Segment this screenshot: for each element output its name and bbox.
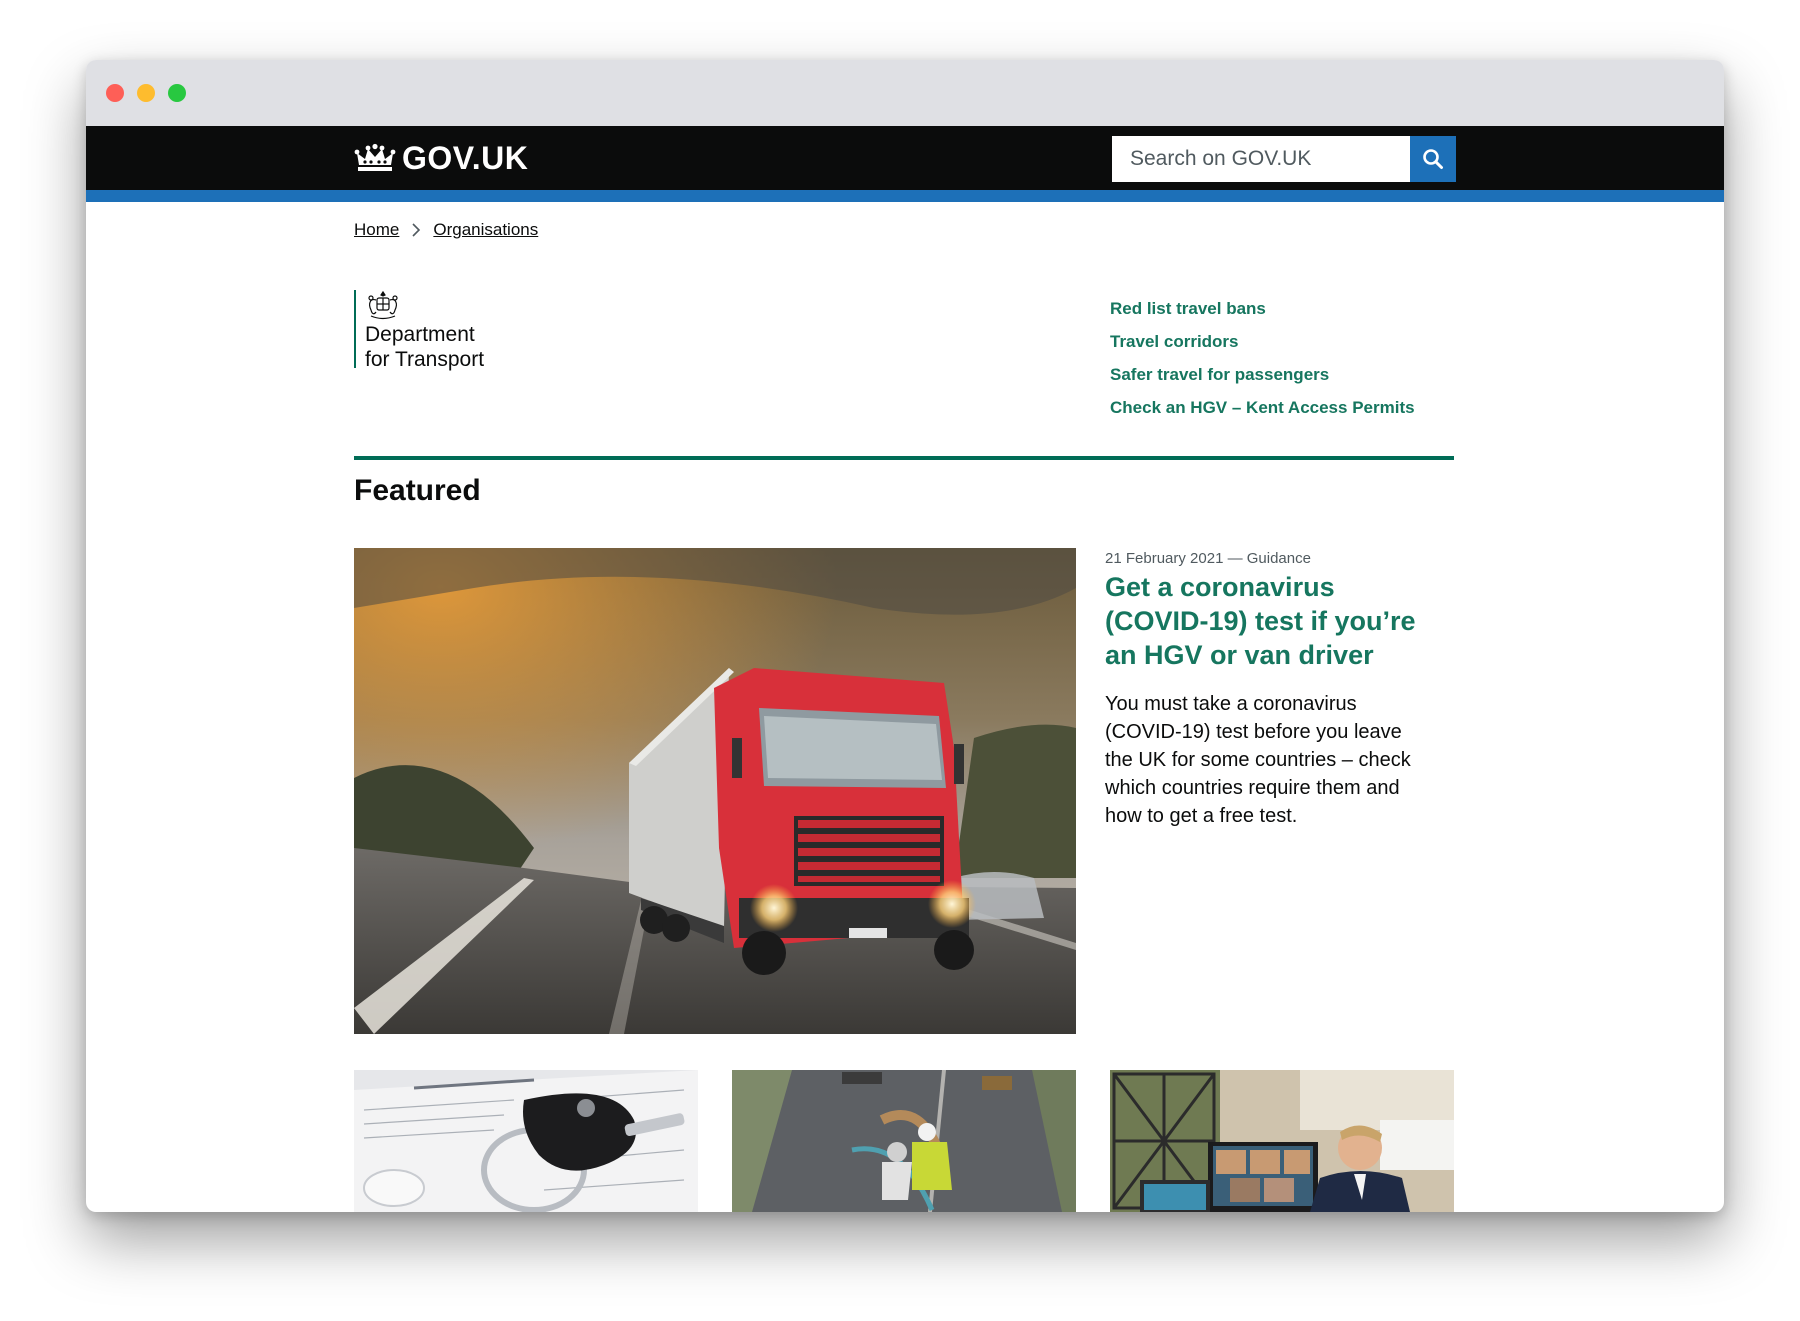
featured-main-meta: 21 February 2021 — Guidance [1105,550,1311,567]
chevron-right-icon [412,223,421,237]
organisation-name-line1: Department [365,323,475,346]
truck-cab [714,668,976,975]
featured-main-image[interactable] [354,548,1076,1034]
breadcrumb-home-link[interactable]: Home [354,220,399,240]
minister-video-call-photo [1110,1070,1454,1212]
search-icon [1423,149,1443,169]
royal-arms-icon [368,290,398,320]
quick-link-travel-corridors[interactable]: Travel corridors [1110,332,1239,351]
quick-link-item: Red list travel bans [1110,292,1415,325]
insurance-certificate-photo [354,1070,698,1212]
quick-link-item: Check an HGV – Kent Access Permits [1110,391,1415,424]
logo-text: GOV.UK [402,139,529,176]
quick-link-item: Safer travel for passengers [1110,358,1415,391]
featured-thumbnail-minister[interactable] [1110,1070,1454,1212]
featured-thumbnail-roadworks[interactable] [732,1070,1076,1212]
breadcrumb: Home Organisations [354,220,538,240]
quick-link-hgv-permits[interactable]: Check an HGV – Kent Access Permits [1110,398,1415,417]
page-viewport: GOV.UK Home Organisations [86,60,1724,1212]
featured-thumbnail-insurance[interactable] [354,1070,698,1212]
quick-link-item: Travel corridors [1110,325,1415,358]
site-header [86,126,1724,190]
header-blue-stripe [86,190,1724,202]
featured-main-title: Get a coronavirus (COVID-19) test if you… [1105,570,1435,672]
site-search [1112,136,1456,182]
quick-link-red-list[interactable]: Red list travel bans [1110,299,1266,318]
hgv-truck-photo [354,548,1076,1034]
quick-link-safer-travel[interactable]: Safer travel for passengers [1110,365,1329,384]
roadworks-photo [732,1070,1076,1212]
govuk-logo-link[interactable]: GOV.UK [354,140,528,176]
organisation-name-line2: for Transport [365,348,485,371]
search-input[interactable] [1112,136,1410,182]
organisation-logo: Department for Transport [354,290,535,371]
search-button[interactable] [1410,136,1456,182]
featured-main-title-link[interactable]: Get a coronavirus (COVID-19) test if you… [1105,572,1416,670]
quick-links-list: Red list travel bans Travel corridors Sa… [1110,292,1415,424]
featured-heading: Featured [354,474,481,507]
featured-divider [354,456,1454,460]
crown-icon [354,143,396,171]
featured-main-summary: You must take a coronavirus (COVID-19) t… [1105,693,1411,827]
organisation-name: Department for Transport [365,322,535,372]
breadcrumb-organisations-link[interactable]: Organisations [433,220,538,240]
